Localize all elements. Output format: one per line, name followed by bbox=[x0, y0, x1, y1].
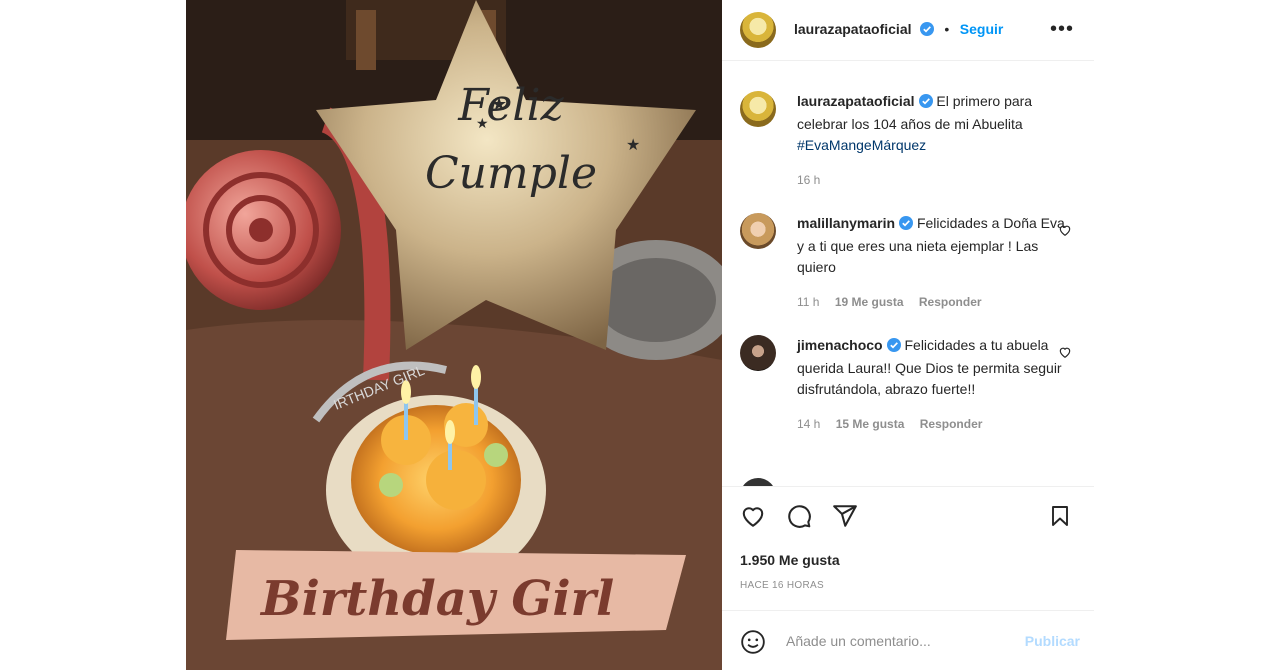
comment-meta: 14 h 15 Me gusta Responder bbox=[797, 414, 1067, 435]
reply-button[interactable]: Responder bbox=[920, 417, 983, 431]
comment-likes[interactable]: 15 Me gusta bbox=[836, 417, 905, 431]
svg-text:★: ★ bbox=[476, 115, 489, 131]
more-options-icon[interactable]: ••• bbox=[1050, 18, 1074, 41]
verified-badge-icon bbox=[919, 22, 934, 41]
list-item: malillanymarin Felicidades a Doña Eva y … bbox=[740, 213, 1080, 323]
comment-icon[interactable] bbox=[786, 503, 812, 534]
birthday-photo: Feliz Cumple ★ ★ ★ IRTHDAY GIRL Birthday… bbox=[186, 0, 722, 670]
ribbon-text: Birthday Girl bbox=[259, 571, 614, 627]
avatar[interactable] bbox=[740, 12, 776, 48]
separator-dot: • bbox=[944, 21, 950, 37]
svg-text:★: ★ bbox=[626, 137, 640, 154]
partial-avatar bbox=[740, 478, 776, 486]
header-user-row: laurazapataoficial • Seguir bbox=[794, 21, 1003, 41]
balloon-text-1: Feliz bbox=[457, 80, 564, 131]
comment-likes[interactable]: 19 Me gusta bbox=[835, 295, 904, 309]
publish-button[interactable]: Publicar bbox=[1025, 633, 1080, 649]
post-actions: 1.950 Me gusta HACE 16 HORAS bbox=[722, 486, 1094, 627]
bookmark-icon[interactable] bbox=[1048, 503, 1072, 534]
verified-badge-icon bbox=[899, 215, 914, 236]
heart-icon[interactable] bbox=[740, 503, 766, 534]
list-item: jimenachoco Felicidades a tu abuela quer… bbox=[740, 335, 1080, 465]
avatar[interactable] bbox=[740, 213, 776, 249]
verified-badge-icon bbox=[886, 337, 901, 358]
post-header: laurazapataoficial • Seguir ••• bbox=[722, 0, 1094, 61]
comment-time: 14 h bbox=[797, 417, 821, 431]
comment-username[interactable]: jimenachoco bbox=[797, 337, 883, 353]
caption: laurazapataoficial El primero para celeb… bbox=[740, 91, 1080, 191]
verified-badge-icon bbox=[918, 93, 933, 114]
share-icon[interactable] bbox=[832, 503, 858, 534]
emoji-icon[interactable] bbox=[740, 629, 766, 660]
comment-meta: 11 h 19 Me gusta Responder bbox=[797, 292, 1067, 313]
likes-count[interactable]: 1.950 Me gusta bbox=[740, 552, 840, 568]
comment-username[interactable]: malillanymarin bbox=[797, 215, 895, 231]
caption-username[interactable]: laurazapataoficial bbox=[797, 93, 915, 109]
post-side-panel: laurazapataoficial • Seguir ••• laurazap… bbox=[722, 0, 1094, 670]
post-time: HACE 16 HORAS bbox=[740, 580, 824, 591]
comment-input[interactable] bbox=[784, 632, 1018, 650]
like-comment-heart-icon[interactable] bbox=[1058, 223, 1072, 242]
like-comment-heart-icon[interactable] bbox=[1058, 345, 1072, 364]
comment-time: 11 h bbox=[797, 295, 820, 309]
header-username[interactable]: laurazapataoficial bbox=[794, 21, 912, 37]
reply-button[interactable]: Responder bbox=[919, 295, 982, 309]
balloon-text-2: Cumple bbox=[425, 148, 597, 199]
svg-text:★: ★ bbox=[491, 94, 507, 114]
add-comment-bar: Publicar bbox=[722, 610, 1094, 671]
comments-list[interactable]: laurazapataoficial El primero para celeb… bbox=[722, 61, 1094, 486]
caption-hashtag[interactable]: #EvaMangeMárquez bbox=[797, 137, 926, 153]
post-photo[interactable]: Feliz Cumple ★ ★ ★ IRTHDAY GIRL Birthday… bbox=[186, 0, 722, 670]
avatar[interactable] bbox=[740, 335, 776, 371]
avatar[interactable] bbox=[740, 91, 776, 127]
follow-button[interactable]: Seguir bbox=[960, 21, 1004, 37]
caption-meta: 16 h bbox=[797, 170, 1067, 191]
caption-time: 16 h bbox=[797, 173, 821, 187]
